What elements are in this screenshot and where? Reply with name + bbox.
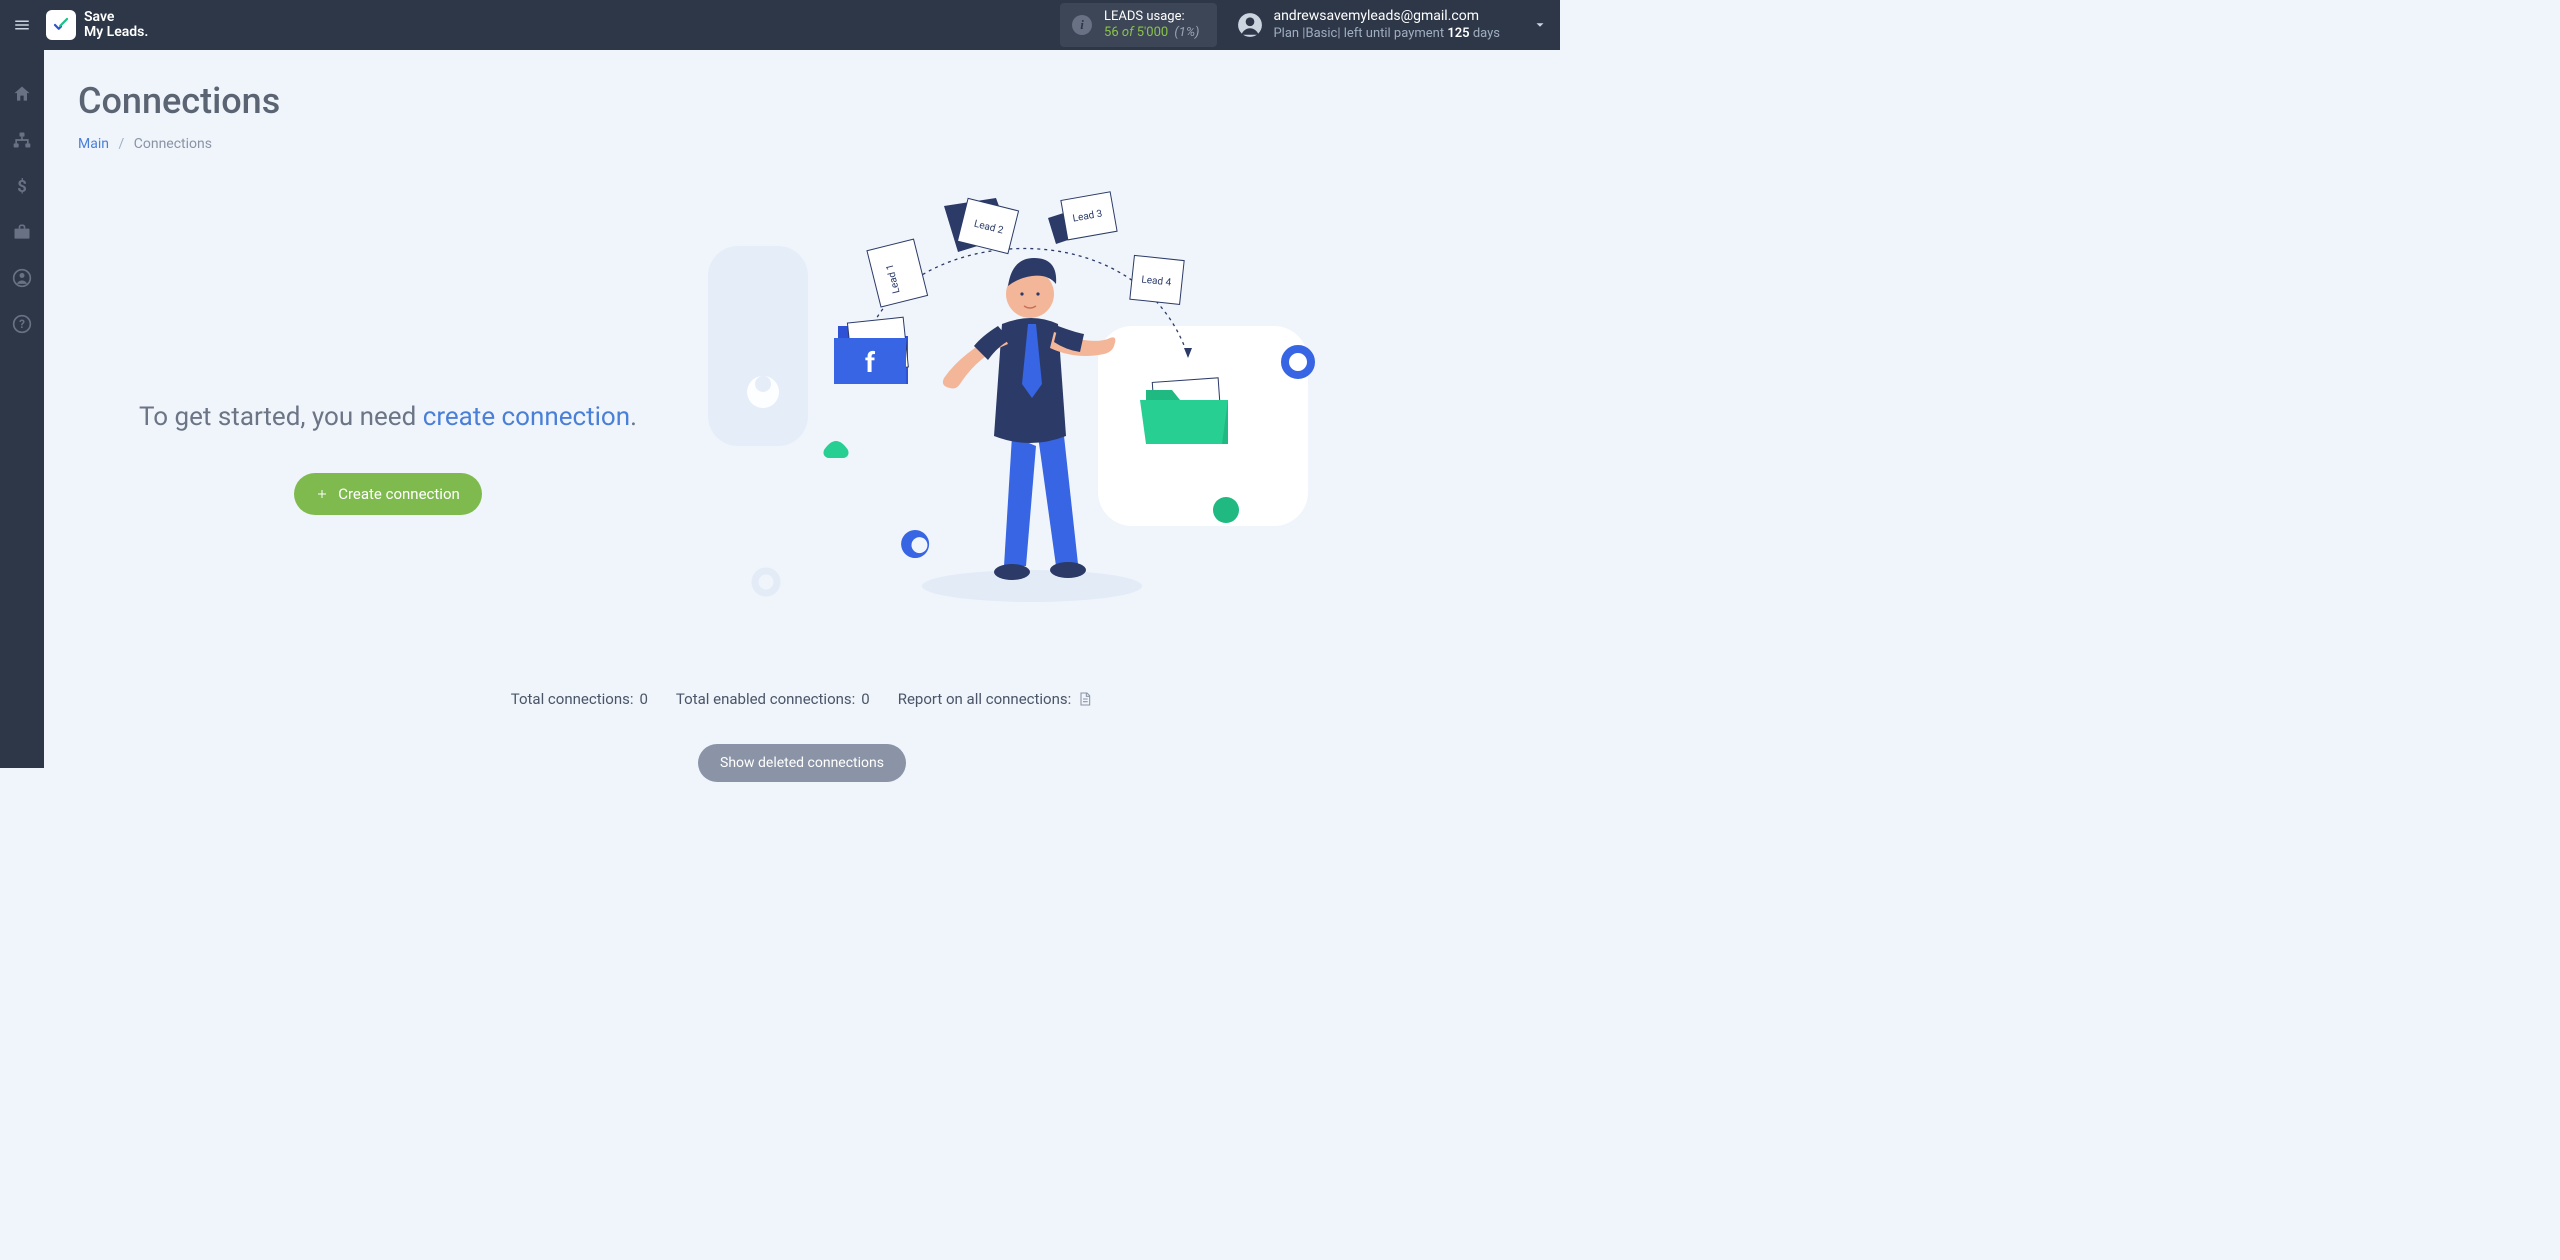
breadcrumb-sep: / [118,136,124,152]
logo-mark [46,10,76,40]
total-connections-value: 0 [639,690,647,708]
enabled-connections-label: Total enabled connections: [676,690,855,708]
report-label: Report on all connections: [898,690,1072,708]
usage-total: 5'000 [1137,25,1169,40]
menu-toggle[interactable] [0,0,44,50]
account-dropdown-toggle[interactable] [1520,18,1560,32]
usage-used: 56 [1104,25,1119,40]
profile-icon[interactable] [12,268,32,288]
plan-days-word: days [1473,26,1500,41]
enabled-connections: Total enabled connections: 0 [676,690,870,708]
report-all: Report on all connections: [898,690,1094,708]
user-icon [1237,12,1263,38]
breadcrumb: Main / Connections [78,136,1560,152]
account-block[interactable]: andrewsavemyleads@gmail.com Plan |Basic|… [1237,8,1500,42]
plan-mid: | left until payment [1337,26,1444,41]
create-connection-button[interactable]: Create connection [294,473,482,515]
home-icon[interactable] [12,84,32,104]
main-content: Connections Main / Connections To get st… [44,50,1560,768]
cta-column: To get started, you need create connecti… [78,192,698,612]
cta-post: . [630,402,637,432]
cta-pre: To get started, you need [139,402,423,432]
document-icon[interactable] [1077,690,1093,708]
leads-usage-pill[interactable]: i LEADS usage: 56 of 5'000 (1%) [1060,3,1217,48]
usage-label: LEADS usage: [1104,9,1199,25]
cta-text: To get started, you need create connecti… [139,399,637,437]
breadcrumb-current: Connections [134,136,212,152]
help-icon[interactable]: ? [12,314,32,334]
plan-days-num: 125 [1447,26,1469,41]
account-text: andrewsavemyleads@gmail.com Plan |Basic|… [1273,8,1500,42]
plan-prefix: Plan | [1273,26,1305,41]
svg-text:$: $ [17,178,27,196]
sitemap-icon[interactable] [12,130,32,150]
hamburger-icon [13,16,31,34]
dollar-icon[interactable]: $ [12,176,32,196]
account-email: andrewsavemyleads@gmail.com [1273,8,1500,26]
usage-text: LEADS usage: 56 of 5'000 (1%) [1104,9,1199,42]
illustration: f Lead 1 L [698,192,1560,612]
total-connections-label: Total connections: [511,690,634,708]
brand-line1: Save [84,10,148,25]
show-deleted-button[interactable]: Show deleted connections [698,744,906,782]
plan-name: Basic [1305,26,1337,41]
cta-link[interactable]: create connection [423,402,630,432]
usage-pct: (1%) [1174,25,1199,40]
chevron-down-icon [1533,18,1547,32]
brand-name: Save My Leads. [84,10,148,41]
sidebar: $ ? [0,50,44,768]
brand-logo[interactable]: Save My Leads. [46,10,148,41]
stats-row: Total connections: 0 Total enabled conne… [44,690,1560,708]
info-icon: i [1072,15,1092,35]
create-button-label: Create connection [338,485,460,503]
briefcase-icon[interactable] [12,222,32,242]
topbar: Save My Leads. i LEADS usage: 56 of 5'00… [0,0,1560,50]
breadcrumb-main[interactable]: Main [78,136,109,152]
svg-text:?: ? [19,317,25,331]
svg-text:f: f [865,346,876,379]
usage-of: of [1122,25,1134,40]
check-icon [52,16,70,34]
total-connections: Total connections: 0 [511,690,648,708]
plus-icon [316,488,328,500]
page-title: Connections [78,80,1560,122]
enabled-connections-value: 0 [861,690,869,708]
brand-line2: My Leads. [84,25,148,40]
